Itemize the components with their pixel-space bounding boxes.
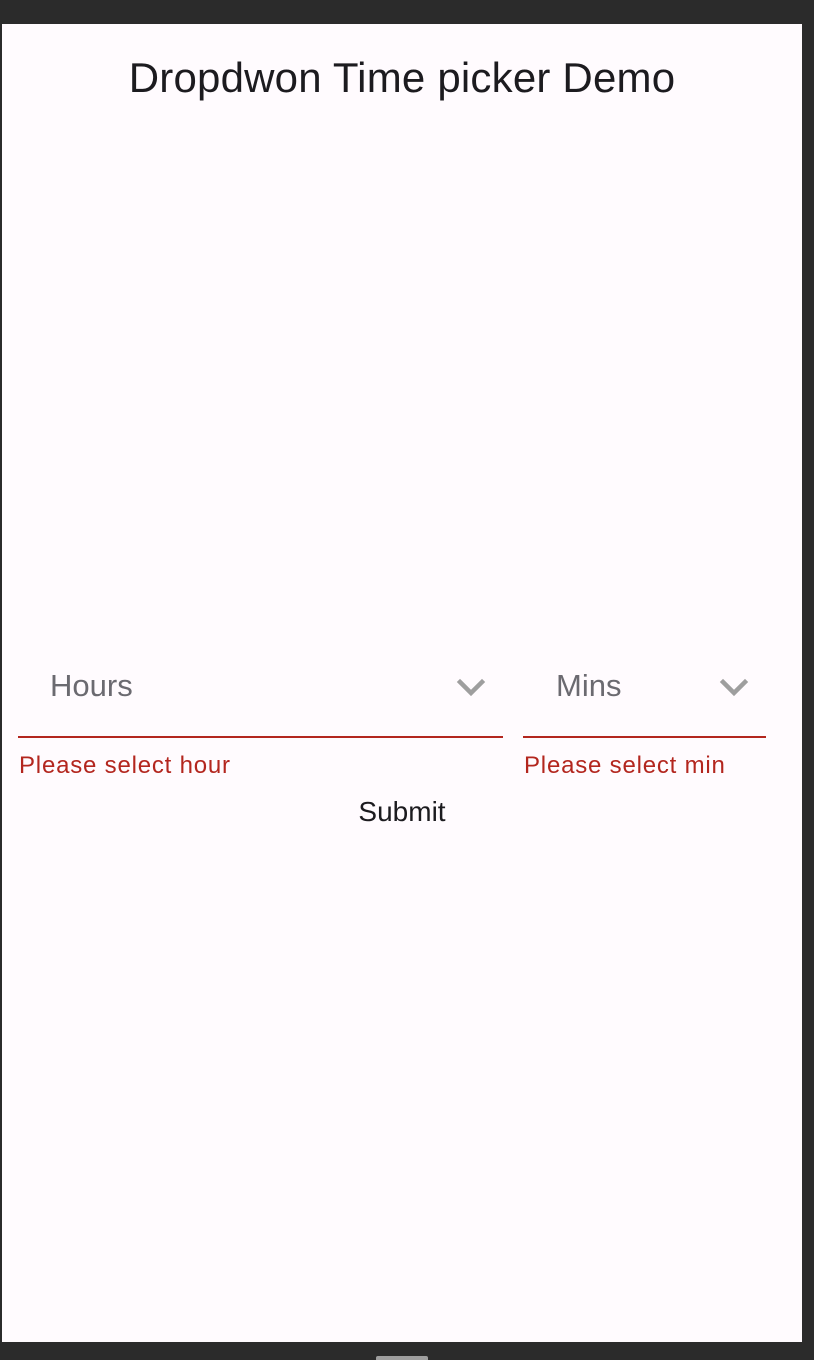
hours-error-text: Please select hour bbox=[19, 752, 231, 779]
submit-button[interactable]: Submit bbox=[332, 788, 472, 836]
app-screen: Dropdwon Time picker Demo Hours Mins Ple… bbox=[2, 24, 802, 1342]
window-frame-top bbox=[0, 0, 814, 24]
chevron-down-icon bbox=[719, 678, 749, 697]
home-indicator[interactable] bbox=[376, 1356, 428, 1360]
mins-dropdown-label: Mins bbox=[556, 668, 622, 703]
hours-dropdown-label: Hours bbox=[50, 668, 133, 703]
app-bar: Dropdwon Time picker Demo bbox=[2, 24, 802, 134]
chevron-down-icon bbox=[456, 678, 486, 697]
mins-dropdown[interactable]: Mins bbox=[523, 654, 766, 738]
mins-error-text: Please select min bbox=[524, 752, 726, 779]
hours-dropdown[interactable]: Hours bbox=[18, 654, 503, 738]
page-title: Dropdwon Time picker Demo bbox=[128, 54, 676, 101]
